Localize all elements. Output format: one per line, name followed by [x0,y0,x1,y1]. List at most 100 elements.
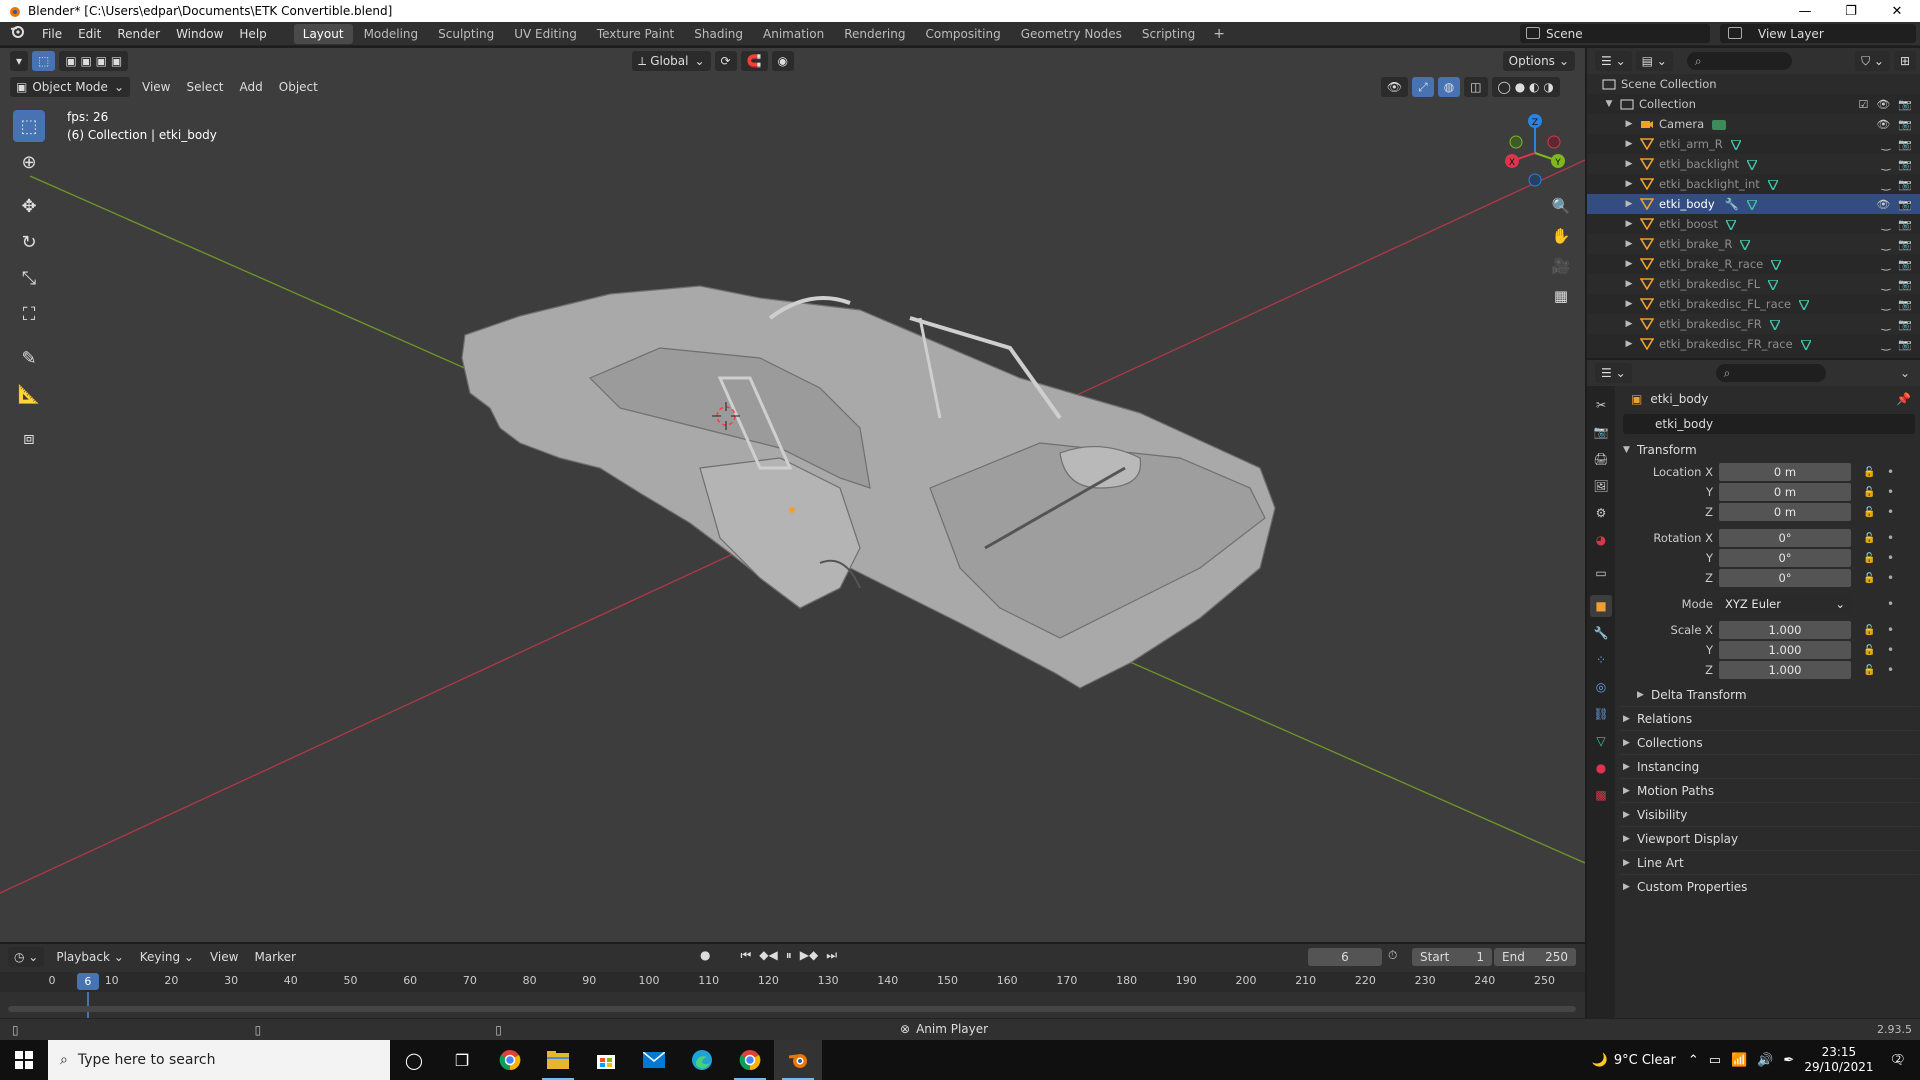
playback-menu[interactable]: Playback ⌄ [48,950,131,964]
lock-icon[interactable]: 🔓 [1863,533,1875,544]
scene-selector[interactable]: Scene [1520,24,1710,43]
proportional-edit-button[interactable]: ◉ [771,51,795,71]
mesh-data-icon[interactable] [1745,199,1759,212]
eye-closed-icon[interactable]: ‿ [1881,318,1890,331]
tab-shading[interactable]: Shading [685,24,752,44]
eye-closed-icon[interactable]: ‿ [1881,138,1890,151]
camera-icon[interactable]: 📷 [1898,318,1912,331]
camera-icon[interactable]: 📷 [1898,118,1912,131]
panel-motion-paths[interactable]: ▶ Motion Paths [1619,778,1919,802]
properties-search-input[interactable]: ⌕ [1715,364,1826,382]
camera-icon[interactable]: 📷 [1898,158,1912,171]
keyframe-dot-icon[interactable]: • [1887,465,1894,479]
eye-icon[interactable]: 👁 [1876,118,1890,131]
view-layer-selector[interactable]: View Layer [1720,24,1916,43]
menu-file[interactable]: File [34,22,70,46]
panel-collections[interactable]: ▶ Collections [1619,730,1919,754]
viewport-scene[interactable] [0,48,1585,942]
edge-taskbar-button[interactable] [678,1040,726,1080]
pin-icon[interactable]: 📌 [1896,392,1911,406]
mesh-data-icon[interactable] [1766,179,1779,192]
expand-triangle-icon[interactable]: ▶ [1623,119,1635,129]
xray-toggle-button[interactable]: ◫ [1464,77,1488,97]
start-button[interactable] [0,1040,48,1080]
object-name-field[interactable]: etki_body [1623,414,1915,434]
location-y-field[interactable]: 0 m [1719,483,1851,501]
mesh-data-icon[interactable] [1768,319,1781,332]
camera-data-icon[interactable] [1712,119,1727,130]
tab-scripting[interactable]: Scripting [1133,24,1204,44]
network-icon[interactable]: 📶 [1731,1053,1747,1068]
render-tab[interactable]: 📷 [1590,421,1612,443]
tab-rendering[interactable]: Rendering [835,24,914,44]
transform-tool[interactable]: ⛶ [13,298,45,330]
keying-menu[interactable]: Keying ⌄ [132,950,202,964]
current-frame-field[interactable]: 6 [1308,948,1382,966]
outliner-item-etki-body[interactable]: ▶ etki_body 🔧 👁 📷 [1587,194,1920,214]
menu-object[interactable]: Object [271,80,326,94]
panel-visibility[interactable]: ▶ Visibility [1619,802,1919,826]
tab-sculpting[interactable]: Sculpting [429,24,503,44]
blender-taskbar-button[interactable] [774,1040,822,1080]
annotate-tool[interactable]: ✎ [13,342,45,374]
scene-tab[interactable]: ⚙ [1590,502,1612,524]
keyframe-dot-icon[interactable]: • [1887,623,1894,637]
timeline-scrollbar[interactable] [8,1006,1576,1012]
eye-closed-icon[interactable]: ‿ [1881,238,1890,251]
tab-animation[interactable]: Animation [754,24,833,44]
jump-start-icon[interactable]: ⏮ [740,948,751,963]
add-cube-tool[interactable]: ⧈ [13,422,45,454]
outliner-item-etki-backlight-int[interactable]: ▶ etki_backlight_int ‿ 📷 [1587,174,1920,194]
physics-tab[interactable]: ◎ [1590,676,1612,698]
marker-menu[interactable]: Marker [246,950,303,964]
playhead-frame-badge[interactable]: 6 [76,973,99,990]
editor-type-button[interactable]: ▾ [10,51,29,71]
camera-icon[interactable]: 📷 [1898,258,1912,271]
camera-icon[interactable]: 📷 [1898,338,1912,351]
rotation-mode-dropdown[interactable]: XYZ Euler ⌄ [1719,595,1851,613]
cancel-circle-icon[interactable]: ⊗ [900,1022,910,1036]
chrome-profile-taskbar-button[interactable] [726,1040,774,1080]
rotate-tool[interactable]: ↻ [13,226,45,258]
expand-triangle-icon[interactable]: ▶ [1623,179,1635,189]
3d-viewport[interactable]: ▾ ⬚ ▣ ▣ ▣ ▣ ⟂ Global ⌄ ⟳ 🧲 ◉ Options ⌄ ▣… [0,48,1585,942]
camera-view-button[interactable]: 🎥 [1548,253,1574,279]
lock-icon[interactable]: 🔓 [1863,665,1875,676]
particles-tab[interactable]: ⁘ [1590,649,1612,671]
lock-icon[interactable]: 🔓 [1863,645,1875,656]
modifier-tab[interactable]: 🔧 [1590,622,1612,644]
panel-viewport-display[interactable]: ▶ Viewport Display [1619,826,1919,850]
mode-dropdown[interactable]: ▣ Object Mode ⌄ [10,77,130,97]
task-view-button[interactable]: ❐ [438,1040,486,1080]
eye-closed-icon[interactable]: ‿ [1881,298,1890,311]
stopwatch-icon[interactable]: ⏱ [1388,948,1397,963]
outliner-item-etki-backlight[interactable]: ▶ etki_backlight ‿ 📷 [1587,154,1920,174]
outliner-item-etki-brakedisc-fr[interactable]: ▶ etki_brakedisc_FR ‿ 📷 [1587,314,1920,334]
jump-end-icon[interactable]: ⏭ [826,948,837,963]
outliner-item-etki-boost[interactable]: ▶ etki_boost ‿ 📷 [1587,214,1920,234]
options-button[interactable]: Options ⌄ [1502,51,1575,71]
taskbar-search-input[interactable]: ⌕ Type here to search [48,1040,390,1080]
tab-modeling[interactable]: Modeling [355,24,428,44]
expand-triangle-icon[interactable]: ▶ [1623,319,1635,329]
collection-tab[interactable]: ▭ [1590,562,1612,584]
end-frame-field[interactable]: End 250 [1494,948,1576,966]
mesh-data-icon[interactable] [1739,239,1752,252]
anim-player-status[interactable]: ⊗ Anim Player [900,1022,988,1036]
blender-menu-icon[interactable] [0,22,34,46]
record-icon[interactable]: ● [700,948,710,963]
shading-mode-buttons[interactable]: ◯ ● ◐ ◑ [1491,77,1560,97]
camera-icon[interactable]: 📷 [1898,278,1912,291]
explorer-taskbar-button[interactable] [534,1040,582,1080]
zoom-button[interactable]: 🔍 [1548,193,1574,219]
chevron-up-icon[interactable]: ⌃ [1688,1053,1699,1068]
maximize-button[interactable]: ❐ [1828,0,1874,22]
rotation-z-field[interactable]: 0° [1719,569,1851,587]
visibility-toggle-button[interactable]: 👁 [1380,77,1409,97]
pivot-point-button[interactable]: ⟳ [714,51,737,71]
mesh-data-icon[interactable] [1797,299,1811,312]
new-collection-button[interactable]: ⊞ [1893,51,1916,71]
start-frame-field[interactable]: Start 1 [1412,948,1492,966]
texture-tab[interactable]: ▩ [1590,784,1612,806]
transform-orientation-dropdown[interactable]: ⟂ Global ⌄ [632,51,711,71]
